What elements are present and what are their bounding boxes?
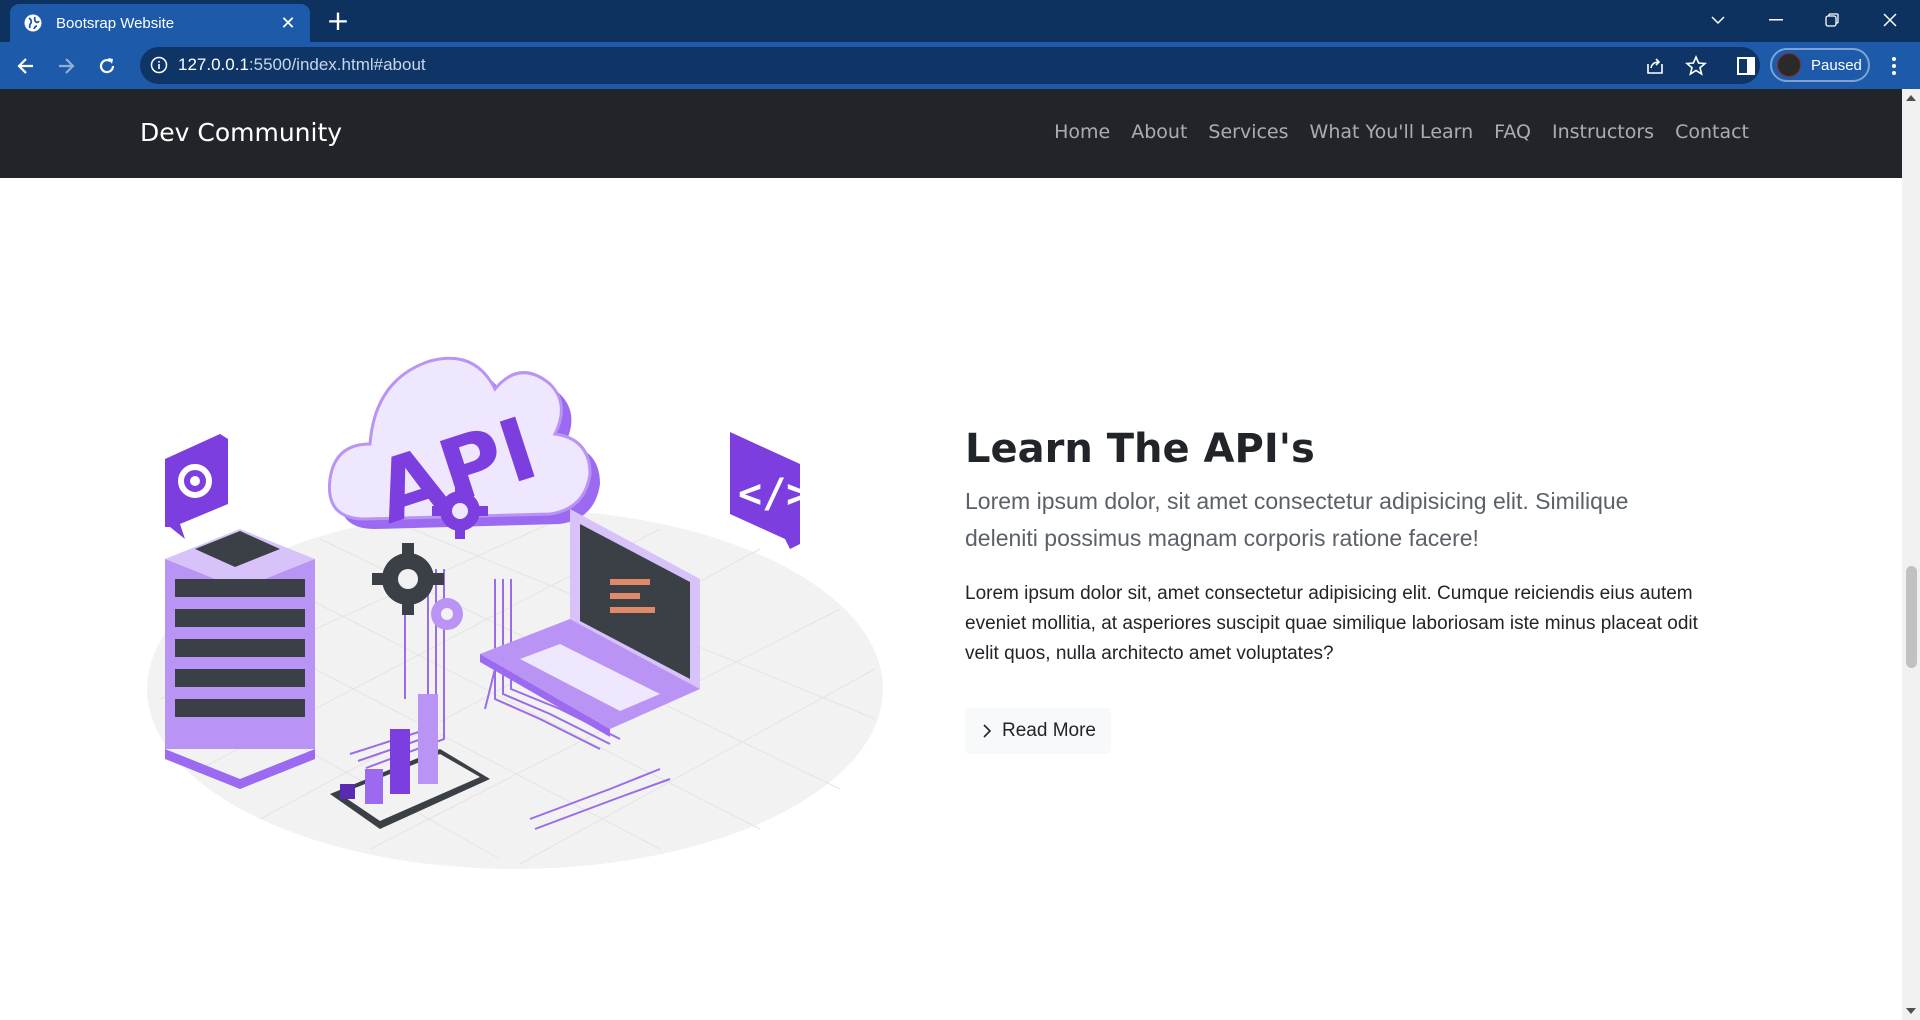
about-body: Lorem ipsum dolor sit, amet consectetur … bbox=[965, 583, 1698, 664]
star-icon[interactable] bbox=[1685, 55, 1707, 77]
gear-bubble bbox=[165, 434, 228, 539]
profile-button[interactable]: Paused bbox=[1770, 48, 1870, 82]
nav-link-faq[interactable]: FAQ bbox=[1494, 121, 1531, 143]
chevron-right-icon bbox=[983, 724, 992, 738]
browser-toolbar: 127.0.0.1:5500/index.html#about Paused bbox=[0, 42, 1920, 89]
svg-text:</>: </> bbox=[738, 471, 810, 517]
back-icon[interactable] bbox=[10, 50, 42, 82]
minimize-icon[interactable] bbox=[1748, 0, 1804, 40]
sidepanel-icon[interactable] bbox=[1730, 50, 1762, 82]
close-window-icon[interactable] bbox=[1862, 0, 1918, 40]
nav-link-learn[interactable]: What You'll Learn bbox=[1310, 121, 1474, 143]
nav-link-home[interactable]: Home bbox=[1054, 121, 1110, 143]
read-more-label: Read More bbox=[1002, 720, 1096, 741]
nav-link-instructors[interactable]: Instructors bbox=[1552, 121, 1654, 143]
nav-link-contact[interactable]: Contact bbox=[1675, 121, 1749, 143]
info-icon[interactable] bbox=[150, 56, 168, 74]
nav-links: Home About Services What You'll Learn FA… bbox=[1054, 121, 1749, 143]
scroll-up-icon[interactable] bbox=[1906, 95, 1916, 101]
browser-tab-active[interactable]: Bootsrap Website ✕ bbox=[10, 4, 310, 42]
scroll-down-icon[interactable] bbox=[1906, 1008, 1916, 1014]
about-heading: Learn The API's bbox=[965, 426, 1315, 472]
share-icon[interactable] bbox=[1644, 55, 1666, 77]
chevron-down-icon[interactable] bbox=[1690, 0, 1746, 40]
about-lead: Lorem ipsum dolor, sit amet consectetur … bbox=[965, 488, 1629, 551]
avatar bbox=[1777, 53, 1801, 77]
profile-status: Paused bbox=[1811, 56, 1862, 74]
nav-link-about[interactable]: About bbox=[1131, 121, 1187, 143]
page-scrollbar[interactable] bbox=[1902, 89, 1920, 1020]
url-text: 127.0.0.1:5500/index.html#about bbox=[178, 55, 426, 74]
read-more-button[interactable]: Read More bbox=[965, 708, 1111, 754]
globe-icon bbox=[24, 14, 42, 32]
address-bar[interactable]: 127.0.0.1:5500/index.html#about bbox=[140, 47, 1760, 84]
browser-tabstrip: Bootsrap Website ✕ + bbox=[0, 0, 1920, 42]
nav-link-services[interactable]: Services bbox=[1208, 121, 1288, 143]
navbar-brand[interactable]: Dev Community bbox=[140, 118, 342, 147]
code-bubble: </> bbox=[730, 432, 810, 549]
restore-icon[interactable] bbox=[1804, 0, 1860, 40]
about-content: Learn The API's Lorem ipsum dolor, sit a… bbox=[965, 425, 1705, 754]
plus-icon[interactable]: + bbox=[322, 7, 354, 35]
close-icon[interactable]: ✕ bbox=[278, 13, 298, 34]
tab-title: Bootsrap Website bbox=[56, 14, 175, 32]
forward-icon[interactable] bbox=[50, 50, 82, 82]
api-illustration: API </> bbox=[147, 356, 883, 869]
reload-icon[interactable] bbox=[91, 50, 123, 82]
site-navbar: Dev Community Home About Services What Y… bbox=[0, 89, 1902, 178]
menu-icon[interactable] bbox=[1878, 50, 1910, 82]
scrollbar-thumb[interactable] bbox=[1906, 566, 1917, 668]
page-viewport: Dev Community Home About Services What Y… bbox=[0, 89, 1902, 1020]
